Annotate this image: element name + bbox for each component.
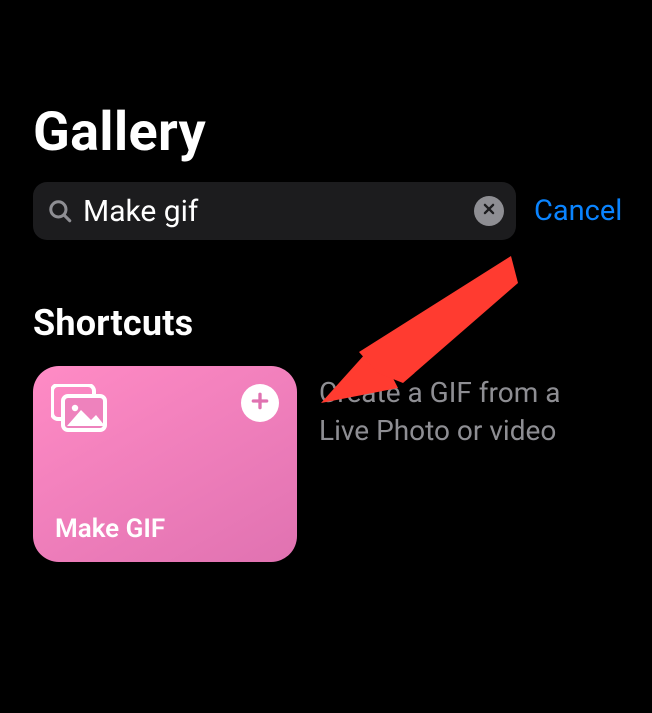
shortcut-description: Create a GIF from a Live Photo or video: [319, 366, 579, 450]
close-icon: [482, 202, 496, 220]
add-shortcut-button[interactable]: [241, 384, 279, 422]
search-result-row: Make GIF Create a GIF from a Live Photo …: [33, 366, 619, 562]
shortcut-card-title: Make GIF: [55, 514, 165, 544]
clear-search-button[interactable]: [474, 196, 504, 226]
cancel-button[interactable]: Cancel: [534, 194, 626, 228]
images-icon: [51, 384, 107, 432]
page-title: Gallery: [33, 3, 619, 164]
card-header: [51, 382, 279, 432]
shortcut-card-make-gif[interactable]: Make GIF: [33, 366, 297, 562]
search-field-container: [33, 182, 516, 240]
search-input[interactable]: [83, 182, 464, 240]
search-icon: [47, 198, 73, 224]
section-title-shortcuts: Shortcuts: [33, 302, 619, 344]
plus-icon: [250, 391, 270, 415]
search-row: Cancel: [33, 182, 619, 240]
